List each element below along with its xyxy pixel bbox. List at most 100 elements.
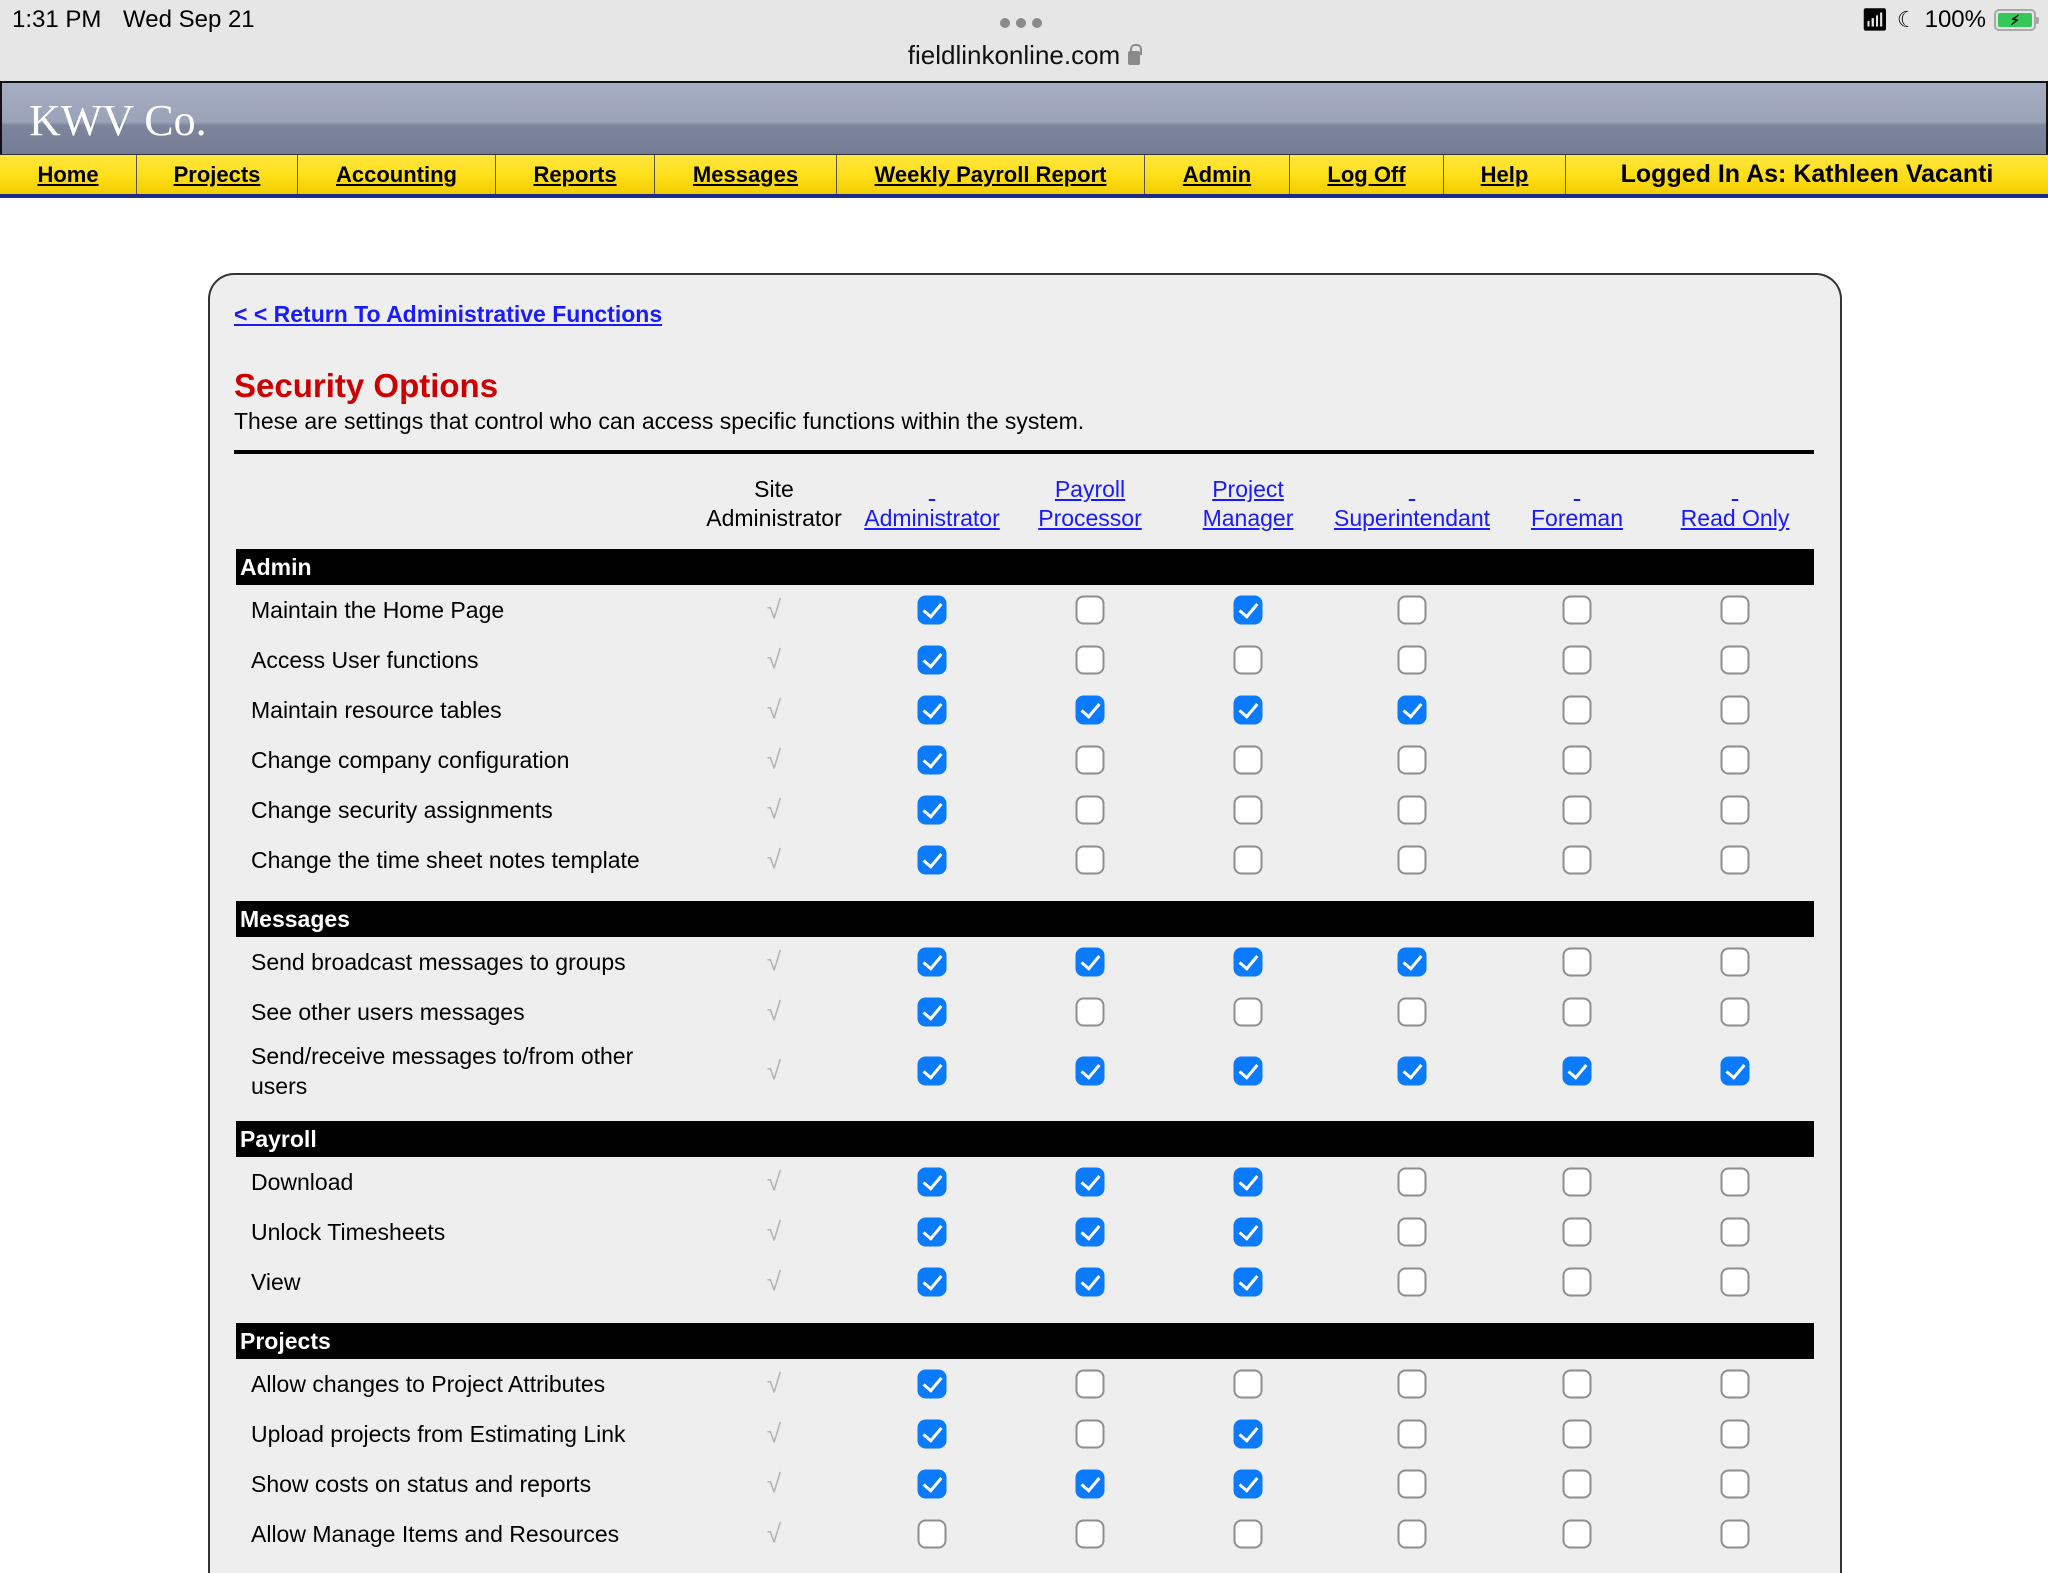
permission-checkbox-project-manager[interactable]	[1233, 1217, 1263, 1247]
permission-checkbox-administrator[interactable]	[917, 1267, 947, 1297]
permission-checkbox-administrator[interactable]	[917, 795, 947, 825]
permission-checkbox-payroll-processor[interactable]	[1075, 695, 1105, 725]
permission-checkbox-project-manager[interactable]	[1233, 795, 1263, 825]
permission-checkbox-project-manager[interactable]	[1233, 1056, 1263, 1086]
permission-checkbox-foreman[interactable]	[1562, 1217, 1592, 1247]
column-header-payroll-processor[interactable]: Payroll Processor	[1038, 475, 1142, 533]
permission-checkbox-read-only[interactable]	[1720, 1419, 1750, 1449]
permission-checkbox-payroll-processor[interactable]	[1075, 1056, 1105, 1086]
permission-checkbox-foreman[interactable]	[1562, 997, 1592, 1027]
permission-checkbox-administrator[interactable]	[917, 1167, 947, 1197]
permission-checkbox-payroll-processor[interactable]	[1075, 745, 1105, 775]
permission-checkbox-administrator[interactable]	[917, 1519, 947, 1549]
permission-checkbox-read-only[interactable]	[1720, 1056, 1750, 1086]
permission-checkbox-superintendant[interactable]	[1397, 745, 1427, 775]
permission-checkbox-project-manager[interactable]	[1233, 745, 1263, 775]
permission-checkbox-project-manager[interactable]	[1233, 997, 1263, 1027]
permission-checkbox-payroll-processor[interactable]	[1075, 645, 1105, 675]
permission-checkbox-read-only[interactable]	[1720, 795, 1750, 825]
permission-checkbox-payroll-processor[interactable]	[1075, 845, 1105, 875]
permission-checkbox-read-only[interactable]	[1720, 1519, 1750, 1549]
nav-admin[interactable]: Admin	[1145, 155, 1290, 194]
column-header-administrator[interactable]: Administrator	[864, 475, 999, 533]
permission-checkbox-payroll-processor[interactable]	[1075, 1217, 1105, 1247]
permission-checkbox-administrator[interactable]	[917, 1217, 947, 1247]
nav-reports[interactable]: Reports	[496, 155, 655, 194]
multitasking-dots-icon[interactable]	[1000, 18, 1042, 28]
permission-checkbox-project-manager[interactable]	[1233, 1419, 1263, 1449]
permission-checkbox-superintendant[interactable]	[1397, 645, 1427, 675]
permission-checkbox-payroll-processor[interactable]	[1075, 1167, 1105, 1197]
permission-checkbox-foreman[interactable]	[1562, 795, 1592, 825]
permission-checkbox-administrator[interactable]	[917, 997, 947, 1027]
permission-checkbox-foreman[interactable]	[1562, 1369, 1592, 1399]
nav-help[interactable]: Help	[1444, 155, 1566, 194]
permission-checkbox-read-only[interactable]	[1720, 947, 1750, 977]
permission-checkbox-administrator[interactable]	[917, 745, 947, 775]
permission-checkbox-foreman[interactable]	[1562, 595, 1592, 625]
permission-checkbox-read-only[interactable]	[1720, 997, 1750, 1027]
permission-checkbox-project-manager[interactable]	[1233, 1369, 1263, 1399]
permission-checkbox-foreman[interactable]	[1562, 1167, 1592, 1197]
permission-checkbox-superintendant[interactable]	[1397, 1267, 1427, 1297]
permission-checkbox-foreman[interactable]	[1562, 1419, 1592, 1449]
permission-checkbox-payroll-processor[interactable]	[1075, 1369, 1105, 1399]
permission-checkbox-project-manager[interactable]	[1233, 595, 1263, 625]
nav-home[interactable]: Home	[0, 155, 137, 194]
permission-checkbox-foreman[interactable]	[1562, 845, 1592, 875]
permission-checkbox-read-only[interactable]	[1720, 595, 1750, 625]
nav-accounting[interactable]: Accounting	[298, 155, 496, 194]
permission-checkbox-payroll-processor[interactable]	[1075, 1519, 1105, 1549]
return-to-admin-link[interactable]: < < Return To Administrative Functions	[234, 301, 662, 328]
permission-checkbox-payroll-processor[interactable]	[1075, 947, 1105, 977]
permission-checkbox-foreman[interactable]	[1562, 1267, 1592, 1297]
permission-checkbox-foreman[interactable]	[1562, 645, 1592, 675]
permission-checkbox-superintendant[interactable]	[1397, 947, 1427, 977]
permission-checkbox-project-manager[interactable]	[1233, 1267, 1263, 1297]
permission-checkbox-foreman[interactable]	[1562, 695, 1592, 725]
permission-checkbox-superintendant[interactable]	[1397, 595, 1427, 625]
permission-checkbox-superintendant[interactable]	[1397, 1167, 1427, 1197]
permission-checkbox-read-only[interactable]	[1720, 1469, 1750, 1499]
permission-checkbox-administrator[interactable]	[917, 695, 947, 725]
permission-checkbox-administrator[interactable]	[917, 1056, 947, 1086]
permission-checkbox-project-manager[interactable]	[1233, 645, 1263, 675]
permission-checkbox-read-only[interactable]	[1720, 1217, 1750, 1247]
permission-checkbox-administrator[interactable]	[917, 845, 947, 875]
permission-checkbox-foreman[interactable]	[1562, 745, 1592, 775]
permission-checkbox-foreman[interactable]	[1562, 1056, 1592, 1086]
permission-checkbox-payroll-processor[interactable]	[1075, 1267, 1105, 1297]
permission-checkbox-project-manager[interactable]	[1233, 1519, 1263, 1549]
permission-checkbox-project-manager[interactable]	[1233, 1469, 1263, 1499]
permission-checkbox-superintendant[interactable]	[1397, 1217, 1427, 1247]
permission-checkbox-read-only[interactable]	[1720, 745, 1750, 775]
permission-checkbox-superintendant[interactable]	[1397, 1469, 1427, 1499]
permission-checkbox-superintendant[interactable]	[1397, 845, 1427, 875]
permission-checkbox-administrator[interactable]	[917, 595, 947, 625]
column-header-foreman[interactable]: Foreman	[1531, 475, 1623, 533]
address-bar[interactable]: fieldlinkonline.com	[0, 40, 2048, 71]
permission-checkbox-read-only[interactable]	[1720, 695, 1750, 725]
column-header-project-manager[interactable]: Project Manager	[1203, 475, 1294, 533]
permission-checkbox-payroll-processor[interactable]	[1075, 1469, 1105, 1499]
permission-checkbox-superintendant[interactable]	[1397, 1419, 1427, 1449]
permission-checkbox-superintendant[interactable]	[1397, 1519, 1427, 1549]
permission-checkbox-superintendant[interactable]	[1397, 795, 1427, 825]
permission-checkbox-administrator[interactable]	[917, 645, 947, 675]
permission-checkbox-payroll-processor[interactable]	[1075, 997, 1105, 1027]
nav-log-off[interactable]: Log Off	[1290, 155, 1444, 194]
permission-checkbox-read-only[interactable]	[1720, 1267, 1750, 1297]
permission-checkbox-foreman[interactable]	[1562, 947, 1592, 977]
permission-checkbox-superintendant[interactable]	[1397, 1056, 1427, 1086]
permission-checkbox-project-manager[interactable]	[1233, 845, 1263, 875]
permission-checkbox-project-manager[interactable]	[1233, 947, 1263, 977]
permission-checkbox-foreman[interactable]	[1562, 1469, 1592, 1499]
permission-checkbox-read-only[interactable]	[1720, 1369, 1750, 1399]
column-header-read-only[interactable]: Read Only	[1681, 475, 1790, 533]
permission-checkbox-payroll-processor[interactable]	[1075, 1419, 1105, 1449]
permission-checkbox-administrator[interactable]	[917, 1369, 947, 1399]
permission-checkbox-administrator[interactable]	[917, 947, 947, 977]
permission-checkbox-read-only[interactable]	[1720, 645, 1750, 675]
permission-checkbox-foreman[interactable]	[1562, 1519, 1592, 1549]
nav-messages[interactable]: Messages	[655, 155, 837, 194]
